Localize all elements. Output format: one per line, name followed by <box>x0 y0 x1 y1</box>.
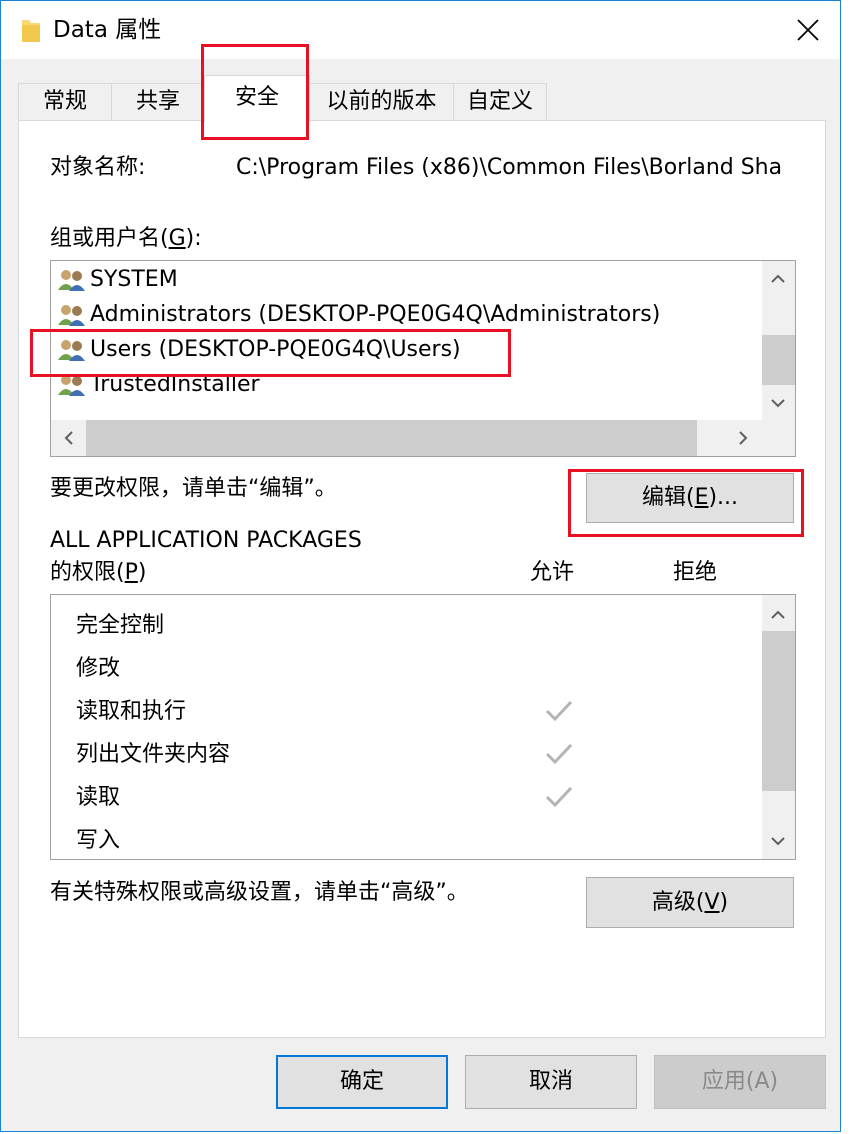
tab-previous-versions[interactable]: 以前的版本 <box>309 83 454 121</box>
close-icon <box>797 19 819 41</box>
permissions-list[interactable]: 完全控制 修改 读取和执行 列出文件夹内容 读取 写入 <box>50 594 796 860</box>
ok-button[interactable]: 确定 <box>276 1055 448 1109</box>
folder-icon <box>22 20 40 42</box>
group-user-list[interactable]: SYSTEM Administrators (DESKTOP-PQE0G4Q\A… <box>50 260 796 457</box>
title-bar: Data 属性 <box>1 1 840 59</box>
permission-row: 列出文件夹内容 <box>76 742 231 767</box>
advanced-button[interactable]: 高级(V) <box>586 877 794 928</box>
group-list-hscrollbar[interactable] <box>51 420 795 456</box>
tab-general[interactable]: 常规 <box>18 83 112 121</box>
apply-button: 应用(A) <box>654 1055 826 1109</box>
permissions-vscrollbar[interactable] <box>762 595 795 859</box>
deny-column-header: 拒绝 <box>673 560 718 585</box>
cancel-button[interactable]: 取消 <box>465 1055 637 1109</box>
scroll-up-icon[interactable] <box>762 601 794 629</box>
advanced-hint: 有关特殊权限或高级设置，请单击“高级”。 <box>50 880 469 905</box>
object-name-value: C:\Program Files (x86)\Common Files\Borl… <box>236 155 783 180</box>
allow-check-icon <box>545 786 573 808</box>
group-list-vscrollbar[interactable] <box>762 261 795 420</box>
permission-row: 修改 <box>76 656 121 681</box>
scroll-thumb[interactable] <box>762 631 795 791</box>
allow-column-header: 允许 <box>530 560 575 585</box>
permission-row: 读取 <box>76 785 121 810</box>
tab-customize[interactable]: 自定义 <box>453 83 547 121</box>
user-group-icon <box>58 305 85 326</box>
permissions-principal: ALL APPLICATION PACKAGES <box>50 528 362 553</box>
permission-row: 完全控制 <box>76 613 165 638</box>
permission-row: 读取和执行 <box>76 699 187 724</box>
user-group-icon <box>58 375 85 396</box>
allow-check-icon <box>545 743 573 765</box>
window-title: Data 属性 <box>53 17 162 43</box>
permissions-label: 的权限(P) <box>50 560 147 585</box>
scroll-thumb[interactable] <box>86 420 697 456</box>
scroll-left-icon[interactable] <box>53 424 85 452</box>
tab-security[interactable]: 安全 <box>204 75 310 122</box>
user-group-icon <box>58 270 85 291</box>
properties-dialog: Data 属性 常规 共享 安全 以前的版本 自定义 对象名称: C:\Prog… <box>0 0 841 1132</box>
scroll-thumb[interactable] <box>762 335 795 385</box>
groups-label: 组或用户名(G): <box>50 226 202 251</box>
close-button[interactable] <box>783 9 833 51</box>
scroll-up-icon[interactable] <box>762 265 794 293</box>
user-group-icon <box>58 340 85 361</box>
scroll-down-icon[interactable] <box>762 389 794 417</box>
scroll-down-icon[interactable] <box>762 827 794 855</box>
scroll-right-icon[interactable] <box>727 424 759 452</box>
edit-hint: 要更改权限，请单击“编辑”。 <box>50 476 337 501</box>
permission-row: 写入 <box>76 828 121 853</box>
allow-check-icon <box>545 700 573 722</box>
edit-button[interactable]: 编辑(E)... <box>586 473 794 523</box>
tab-sharing[interactable]: 共享 <box>111 83 205 121</box>
object-name-label: 对象名称: <box>50 155 146 180</box>
